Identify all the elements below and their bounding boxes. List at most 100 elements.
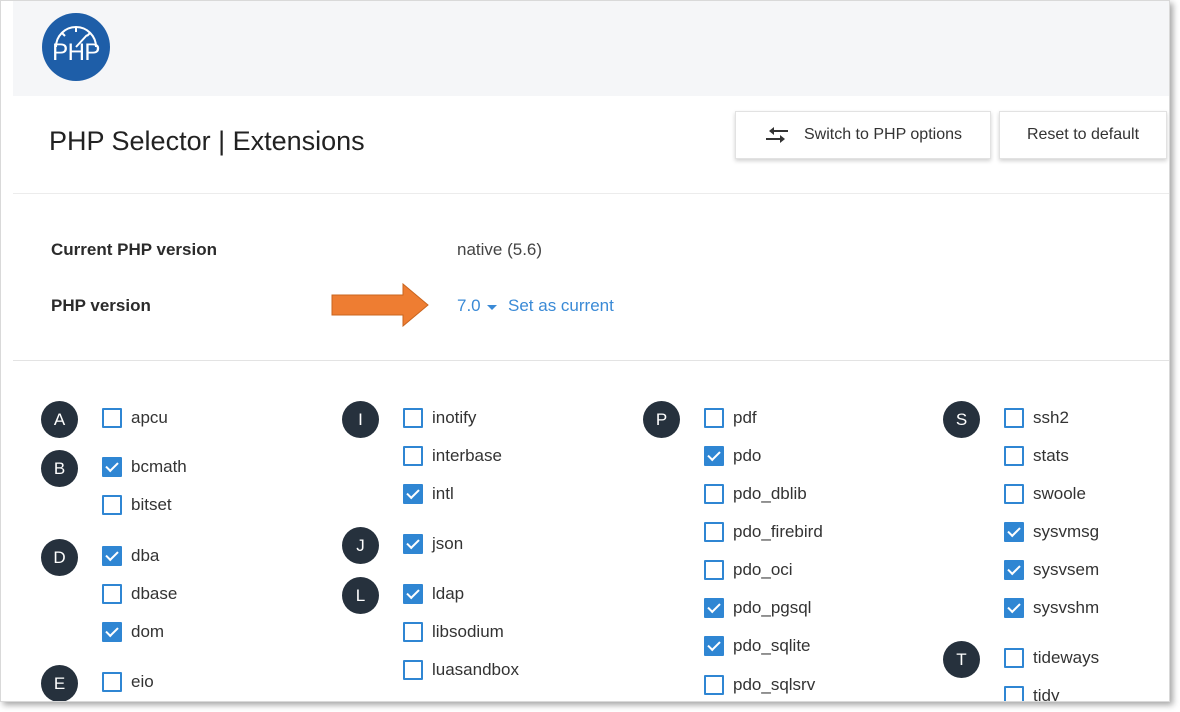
extension-checkbox[interactable] (403, 622, 423, 642)
extension-pdo-pgsql[interactable]: pdo_pgsql (704, 596, 811, 620)
extension-checkbox[interactable] (102, 546, 122, 566)
extension-luasandbox[interactable]: luasandbox (403, 658, 519, 682)
extension-checkbox[interactable] (704, 522, 724, 542)
extension-tideways[interactable]: tideways (1004, 646, 1099, 670)
extension-swoole[interactable]: swoole (1004, 482, 1086, 506)
extension-checkbox[interactable] (1004, 648, 1024, 668)
extension-stats[interactable]: stats (1004, 444, 1069, 468)
extension-sysvshm[interactable]: sysvshm (1004, 596, 1099, 620)
extension-label: bitset (131, 495, 172, 514)
extension-label: dom (131, 622, 165, 641)
letter-badge-s: S (943, 401, 980, 438)
extension-checkbox[interactable] (102, 408, 122, 428)
extension-label: ldap (432, 584, 465, 603)
page-title: PHP Selector | Extensions (49, 126, 365, 156)
extension-label: pdo (733, 446, 762, 465)
orange-arrow-icon (331, 283, 429, 327)
letter-badge-j: J (342, 527, 379, 564)
extension-checkbox[interactable] (102, 495, 122, 515)
extension-pdo[interactable]: pdo (704, 444, 761, 468)
chevron-down-icon (486, 304, 497, 310)
reset-to-default-button[interactable]: Reset to default (999, 111, 1167, 159)
extension-label: dbase (131, 584, 178, 603)
extension-libsodium[interactable]: libsodium (403, 620, 504, 644)
switch-to-php-options-label: Switch to PHP options (803, 126, 962, 143)
extension-checkbox[interactable] (704, 484, 724, 504)
extension-label: pdo_pgsql (733, 598, 812, 617)
current-php-version-label: Current PHP version (51, 240, 217, 259)
php-selector-panel: PHP PHP Selector | Extensions Switch to … (0, 0, 1170, 702)
logo-text: PHP (52, 39, 100, 66)
extension-pdo-firebird[interactable]: pdo_firebird (704, 520, 823, 544)
extension-label: pdf (733, 408, 757, 427)
extension-checkbox[interactable] (1004, 408, 1024, 428)
extension-tidy[interactable]: tidy (1004, 684, 1060, 702)
extension-json[interactable]: json (403, 532, 463, 556)
letter-badge-b: B (41, 450, 78, 487)
extension-bitset[interactable]: bitset (102, 493, 172, 517)
extension-checkbox[interactable] (1004, 446, 1024, 466)
extension-apcu[interactable]: apcu (102, 406, 168, 430)
extension-checkbox[interactable] (403, 484, 423, 504)
extension-pdo-sqlsrv[interactable]: pdo_sqlsrv (704, 673, 815, 697)
extension-dom[interactable]: dom (102, 620, 164, 644)
extension-bcmath[interactable]: bcmath (102, 455, 187, 479)
letter-badge-i: I (342, 401, 379, 438)
extension-checkbox[interactable] (1004, 484, 1024, 504)
extension-dba[interactable]: dba (102, 544, 159, 568)
extension-pdo-oci[interactable]: pdo_oci (704, 558, 793, 582)
extension-checkbox[interactable] (1004, 522, 1024, 542)
extension-checkbox[interactable] (704, 560, 724, 580)
extension-checkbox[interactable] (102, 457, 122, 477)
php-logo: PHP (42, 13, 110, 81)
extension-checkbox[interactable] (1004, 560, 1024, 580)
extensions-list: Aapcu Bbcmath bitset Ddba dbase dom Eeio Iinoti… (13, 361, 1169, 701)
extension-label: intl (432, 484, 454, 503)
extension-label: stats (1033, 446, 1069, 465)
extension-checkbox[interactable] (403, 408, 423, 428)
letter-badge-t: T (943, 641, 980, 678)
extension-checkbox[interactable] (704, 408, 724, 428)
extension-checkbox[interactable] (102, 584, 122, 604)
extension-sysvmsg[interactable]: sysvmsg (1004, 520, 1099, 544)
letter-badge-e: E (41, 665, 78, 701)
extension-label: tidy (1033, 686, 1060, 702)
extension-label: eio (131, 672, 154, 691)
extension-checkbox[interactable] (102, 672, 122, 692)
extension-checkbox[interactable] (704, 446, 724, 466)
extension-checkbox[interactable] (403, 660, 423, 680)
php-version-label: PHP version (51, 296, 151, 315)
extension-checkbox[interactable] (704, 675, 724, 695)
set-as-current-link[interactable]: Set as current (508, 296, 614, 316)
extension-pdf[interactable]: pdf (704, 406, 757, 430)
extension-checkbox[interactable] (403, 446, 423, 466)
extension-checkbox[interactable] (403, 584, 423, 604)
extension-eio[interactable]: eio (102, 670, 154, 694)
extension-label: pdo_sqlsrv (733, 675, 816, 694)
extension-dbase[interactable]: dbase (102, 582, 177, 606)
switch-to-php-options-button[interactable]: Switch to PHP options (735, 111, 991, 159)
switch-arrows-icon (764, 126, 790, 144)
extension-checkbox[interactable] (704, 598, 724, 618)
letter-badge-a: A (41, 401, 78, 438)
extension-label: libsodium (432, 622, 504, 641)
extension-inotify[interactable]: inotify (403, 406, 476, 430)
extension-interbase[interactable]: interbase (403, 444, 502, 468)
extension-checkbox[interactable] (1004, 598, 1024, 618)
extension-pdo-dblib[interactable]: pdo_dblib (704, 482, 807, 506)
extension-label: apcu (131, 408, 168, 427)
extension-intl[interactable]: intl (403, 482, 454, 506)
extension-sysvsem[interactable]: sysvsem (1004, 558, 1099, 582)
extension-checkbox[interactable] (102, 622, 122, 642)
extension-ldap[interactable]: ldap (403, 582, 464, 606)
extension-checkbox[interactable] (1004, 686, 1024, 701)
extension-ssh2[interactable]: ssh2 (1004, 406, 1069, 430)
extension-label: sysvshm (1033, 598, 1100, 617)
extension-label: bcmath (131, 457, 187, 476)
extension-checkbox[interactable] (704, 636, 724, 656)
extension-pdo-sqlite[interactable]: pdo_sqlite (704, 634, 811, 658)
extension-checkbox[interactable] (403, 534, 423, 554)
letter-badge-d: D (41, 539, 78, 576)
extension-label: json (432, 534, 464, 553)
php-version-dropdown[interactable]: 7.0 (457, 296, 497, 316)
